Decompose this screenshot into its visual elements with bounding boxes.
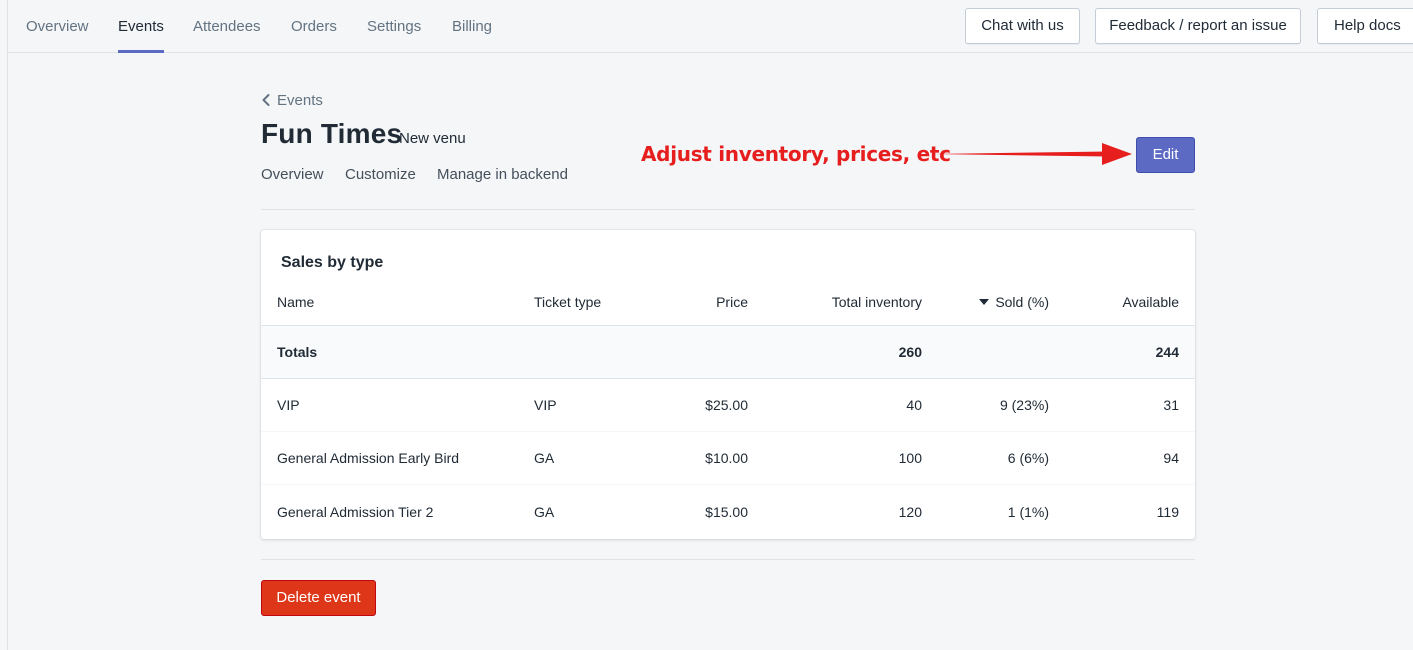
card-title: Sales by type xyxy=(281,254,384,271)
row-price: $15.00 xyxy=(705,503,748,520)
breadcrumb-label: Events xyxy=(277,91,323,109)
col-available[interactable]: Available xyxy=(1061,276,1179,325)
table-row: General Admission Early Bird GA $10.00 1… xyxy=(261,432,1195,485)
row-name: General Admission Tier 2 xyxy=(277,503,434,520)
event-venue: New venu xyxy=(399,130,466,147)
table-row: VIP VIP $25.00 40 9 (23%) 31 xyxy=(261,379,1195,432)
section-divider xyxy=(261,209,1195,210)
breadcrumb[interactable]: Events xyxy=(261,90,323,110)
help-docs-button[interactable]: Help docs xyxy=(1317,8,1413,44)
table-row: General Admission Tier 2 GA $15.00 120 1… xyxy=(261,485,1195,538)
tab-orders[interactable]: Orders xyxy=(291,0,337,53)
edit-button[interactable]: Edit xyxy=(1136,137,1195,173)
totals-row: Totals 260 244 xyxy=(261,326,1195,379)
tab-settings[interactable]: Settings xyxy=(367,0,421,53)
chat-with-us-button[interactable]: Chat with us xyxy=(965,8,1080,44)
section-divider xyxy=(261,559,1195,560)
sort-descending-icon xyxy=(979,298,990,305)
row-ticket-type: GA xyxy=(534,503,555,520)
annotation-arrow-icon xyxy=(932,143,1132,165)
totals-label: Totals xyxy=(277,344,318,360)
row-sold: 9 (23%) xyxy=(999,397,1049,413)
row-available: 119 xyxy=(1156,503,1179,520)
tab-attendees[interactable]: Attendees xyxy=(193,0,261,53)
totals-inventory: 260 xyxy=(898,344,922,360)
page-title: Fun Times xyxy=(261,118,403,149)
row-price: $25.00 xyxy=(705,397,748,413)
tab-events-label: Events xyxy=(118,18,164,35)
col-sold[interactable]: Sold (%) xyxy=(941,276,1049,325)
row-inventory: 100 xyxy=(898,450,922,466)
delete-event-button[interactable]: Delete event xyxy=(261,580,376,616)
col-name[interactable]: Name xyxy=(277,276,517,325)
chevron-left-icon xyxy=(262,94,270,106)
row-name: VIP xyxy=(277,397,300,413)
row-ticket-type: VIP xyxy=(534,397,557,413)
tab-billing[interactable]: Billing xyxy=(452,0,492,53)
row-ticket-type: GA xyxy=(534,450,555,466)
row-available: 31 xyxy=(1163,397,1179,413)
subnav-overview[interactable]: Overview xyxy=(261,166,324,183)
feedback-button[interactable]: Feedback / report an issue xyxy=(1095,8,1301,44)
sales-by-type-card: Sales by type Name Ticket type Price Tot… xyxy=(261,230,1195,539)
tab-events[interactable]: Events xyxy=(118,0,164,53)
subnav-customize[interactable]: Customize xyxy=(345,166,416,183)
subnav-manage-backend[interactable]: Manage in backend xyxy=(437,166,568,183)
row-price: $10.00 xyxy=(705,450,748,466)
row-inventory: 120 xyxy=(898,503,922,520)
col-price[interactable]: Price xyxy=(661,276,748,325)
left-border xyxy=(7,0,8,650)
row-name: General Admission Early Bird xyxy=(277,450,460,466)
col-sold-label: Sold (%) xyxy=(995,293,1049,310)
row-available: 94 xyxy=(1163,450,1179,466)
tab-overview[interactable]: Overview xyxy=(26,0,89,53)
row-sold: 1 (1%) xyxy=(1007,503,1049,520)
top-navigation: Overview Events Attendees Orders Setting… xyxy=(8,0,1413,53)
table-header: Name Ticket type Price Total inventory S… xyxy=(261,276,1195,326)
row-sold: 6 (6%) xyxy=(1007,450,1049,466)
col-total-inventory[interactable]: Total inventory xyxy=(781,276,922,325)
row-inventory: 40 xyxy=(906,397,922,413)
active-tab-indicator xyxy=(118,50,164,53)
annotation-text: Adjust inventory, prices, etc xyxy=(641,142,951,166)
col-ticket-type[interactable]: Ticket type xyxy=(534,276,664,325)
totals-available: 244 xyxy=(1155,344,1179,360)
